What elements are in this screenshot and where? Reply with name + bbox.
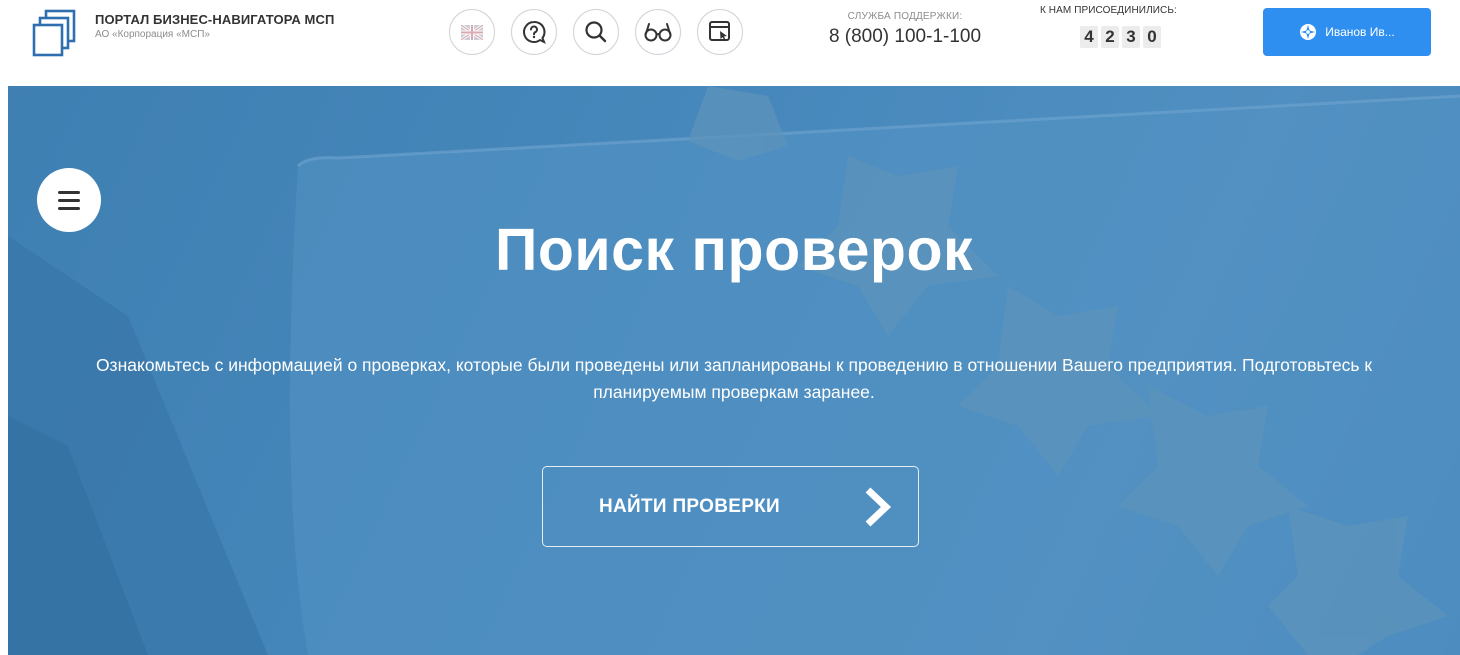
joined-counter: К НАМ ПРИСОЕДИНИЛИСЬ: 4 2 3 0 [1040,5,1230,48]
hamburger-icon-line [58,190,80,194]
uk-flag-icon [461,24,483,40]
support-block: СЛУЖБА ПОДДЕРЖКИ: 8 (800) 100-1-100 [815,11,995,48]
accessibility-button[interactable] [635,9,681,55]
help-button[interactable] [511,9,557,55]
hero-description: Ознакомьтесь с информацией о проверках, … [95,355,1373,402]
counter-digit: 0 [1143,26,1161,48]
hamburger-icon-line [58,206,80,210]
logo-icon[interactable] [30,8,78,60]
search-icon [585,21,607,43]
support-label: СЛУЖБА ПОДДЕРЖКИ: [847,11,963,22]
user-profile-button[interactable]: Иванов Ив... [1263,8,1431,56]
page-title: Поиск проверок [494,217,974,283]
counter-digit: 4 [1080,26,1098,48]
find-inspections-label: НАЙТИ ПРОВЕРКИ [599,495,781,517]
find-inspections-button[interactable]: НАЙТИ ПРОВЕРКИ [542,466,919,547]
counter-digit: 3 [1122,26,1140,48]
brand[interactable]: ПОРТАЛ БИЗНЕС-НАВИГАТОРА МСП АО «Корпора… [95,12,334,40]
search-button[interactable] [573,9,619,55]
compass-icon [1300,24,1317,40]
screen-cursor-icon [709,21,730,41]
support-phone[interactable]: 8 (800) 100-1-100 [815,26,995,48]
top-header: ПОРТАЛ БИЗНЕС-НАВИГАТОРА МСП АО «Корпора… [0,0,1460,86]
joined-digits: 4 2 3 0 [1080,26,1230,48]
brand-subtitle: АО «Корпорация «МСП» [95,29,210,40]
language-button[interactable] [449,9,495,55]
counter-digit: 2 [1101,26,1119,48]
hamburger-icon-line [58,198,80,202]
chevron-right-icon [865,487,892,527]
hero-banner: Поиск проверок Ознакомьтесь с информацие… [8,86,1460,655]
joined-label: К НАМ ПРИСОЕДИНИЛИСЬ: [1040,5,1177,16]
glasses-icon [644,23,672,42]
brand-title: ПОРТАЛ БИЗНЕС-НАВИГАТОРА МСП [95,12,335,27]
help-chat-icon [523,21,546,45]
user-name: Иванов Ив... [1325,25,1395,39]
screen-button[interactable] [697,9,743,55]
